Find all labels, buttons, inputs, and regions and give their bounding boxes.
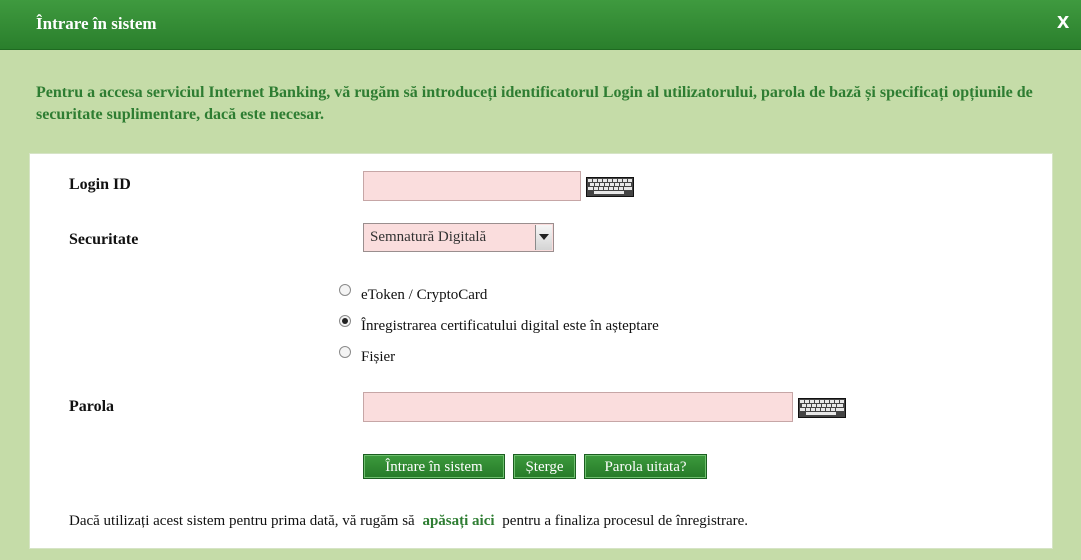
keyboard-icon[interactable] xyxy=(798,398,846,418)
keyboard-icon[interactable] xyxy=(586,177,634,197)
security-label: Securitate xyxy=(69,231,139,248)
first-time-note: Dacă utilizați acest sistem pentru prima… xyxy=(69,513,748,530)
radio-file[interactable] xyxy=(339,346,351,358)
forgot-password-button[interactable]: Parola uitata? xyxy=(584,454,707,479)
clear-button[interactable]: Șterge xyxy=(513,454,576,479)
password-input[interactable] xyxy=(363,392,793,422)
radio-file-label: Fișier xyxy=(361,349,396,365)
security-select[interactable]: Semnatură Digitală xyxy=(363,223,554,252)
password-label: Parola xyxy=(69,398,115,415)
login-panel xyxy=(29,153,1053,549)
radio-etoken[interactable] xyxy=(339,284,351,296)
radio-pending-certificate[interactable] xyxy=(339,315,351,327)
radio-pending-certificate-label: Înregistrarea certificatului digital est… xyxy=(361,318,659,334)
login-button[interactable]: Întrare în sistem xyxy=(363,454,505,479)
security-selected-value: Semnatură Digitală xyxy=(370,229,487,245)
close-icon[interactable]: x xyxy=(1057,9,1069,33)
login-id-label: Login ID xyxy=(69,176,131,193)
dialog-titlebar: Întrare în sistem x xyxy=(0,0,1081,50)
first-time-note-text-after: pentru a finaliza procesul de înregistra… xyxy=(502,513,749,529)
register-link[interactable]: apăsați aici xyxy=(418,513,498,529)
intro-text: Pentru a accesa serviciul Internet Banki… xyxy=(36,84,1033,123)
first-time-note-text: Dacă utilizați acest sistem pentru prima… xyxy=(69,513,415,529)
dialog-title: Întrare în sistem xyxy=(36,14,157,33)
radio-etoken-label: eToken / CryptoCard xyxy=(361,287,488,303)
login-id-input[interactable] xyxy=(363,171,581,201)
chevron-down-icon[interactable] xyxy=(535,225,552,250)
